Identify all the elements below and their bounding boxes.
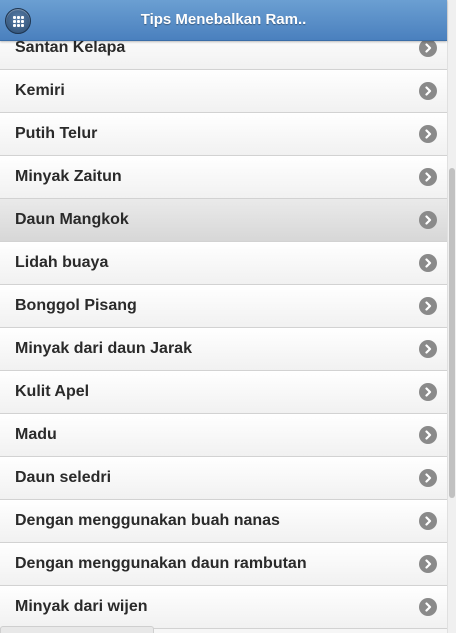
chevron-right-icon [419, 297, 437, 315]
chevron-right-icon [419, 555, 437, 573]
app-screen: Santan Kelapa Kemiri Putih Telur Minyak … [0, 0, 456, 633]
chevron-right-icon [419, 125, 437, 143]
chevron-right-icon [419, 426, 437, 444]
list-item-active[interactable]: Daun Mangkok [0, 199, 447, 242]
list-item-label: Kemiri [15, 82, 65, 99]
list-item-label: Minyak Zaitun [15, 168, 122, 185]
chevron-right-icon [419, 168, 437, 186]
chevron-right-icon [419, 254, 437, 272]
list-item[interactable]: Putih Telur [0, 113, 447, 156]
list-item[interactable]: Minyak Zaitun [0, 156, 447, 199]
chevron-right-icon [419, 211, 437, 229]
list-item[interactable]: Minyak dari wijen [0, 586, 447, 629]
list-item-label: Bonggol Pisang [15, 297, 137, 314]
bottom-tab-edge [0, 626, 154, 633]
list-item-label: Daun Mangkok [15, 211, 129, 228]
list-item-label: Madu [15, 426, 57, 443]
list-item[interactable]: Kemiri [0, 70, 447, 113]
list-item[interactable]: Dengan menggunakan buah nanas [0, 500, 447, 543]
chevron-right-icon [419, 598, 437, 616]
chevron-right-icon [419, 340, 437, 358]
list-item[interactable]: Minyak dari daun Jarak [0, 328, 447, 371]
list-item[interactable]: Kulit Apel [0, 371, 447, 414]
menu-button[interactable] [5, 8, 31, 34]
header-bar: Tips Menebalkan Ram.. [0, 0, 447, 41]
list-item-label: Kulit Apel [15, 383, 90, 400]
list-item-label: Minyak dari wijen [15, 598, 148, 615]
list-item[interactable]: Lidah buaya [0, 242, 447, 285]
chevron-right-icon [419, 82, 437, 100]
chevron-right-icon [419, 383, 437, 401]
list-item[interactable]: Dengan menggunakan daun rambutan [0, 543, 447, 586]
chevron-right-icon [419, 39, 437, 57]
grid-menu-icon [12, 15, 24, 27]
tips-list: Santan Kelapa Kemiri Putih Telur Minyak … [0, 27, 447, 629]
page-title: Tips Menebalkan Ram.. [140, 11, 307, 28]
vertical-scrollbar[interactable] [447, 0, 456, 633]
list-item[interactable]: Daun seledri [0, 457, 447, 500]
list-item-label: Lidah buaya [15, 254, 109, 271]
list-item-label: Minyak dari daun Jarak [15, 340, 192, 357]
list-item[interactable]: Bonggol Pisang [0, 285, 447, 328]
list-item-label: Dengan menggunakan daun rambutan [15, 555, 307, 572]
list-item-label: Daun seledri [15, 469, 112, 486]
chevron-right-icon [419, 469, 437, 487]
chevron-right-icon [419, 512, 437, 530]
list-item[interactable]: Madu [0, 414, 447, 457]
scrollbar-thumb[interactable] [449, 168, 455, 498]
list-item-label: Putih Telur [15, 125, 98, 142]
list-item-label: Dengan menggunakan buah nanas [15, 512, 280, 529]
